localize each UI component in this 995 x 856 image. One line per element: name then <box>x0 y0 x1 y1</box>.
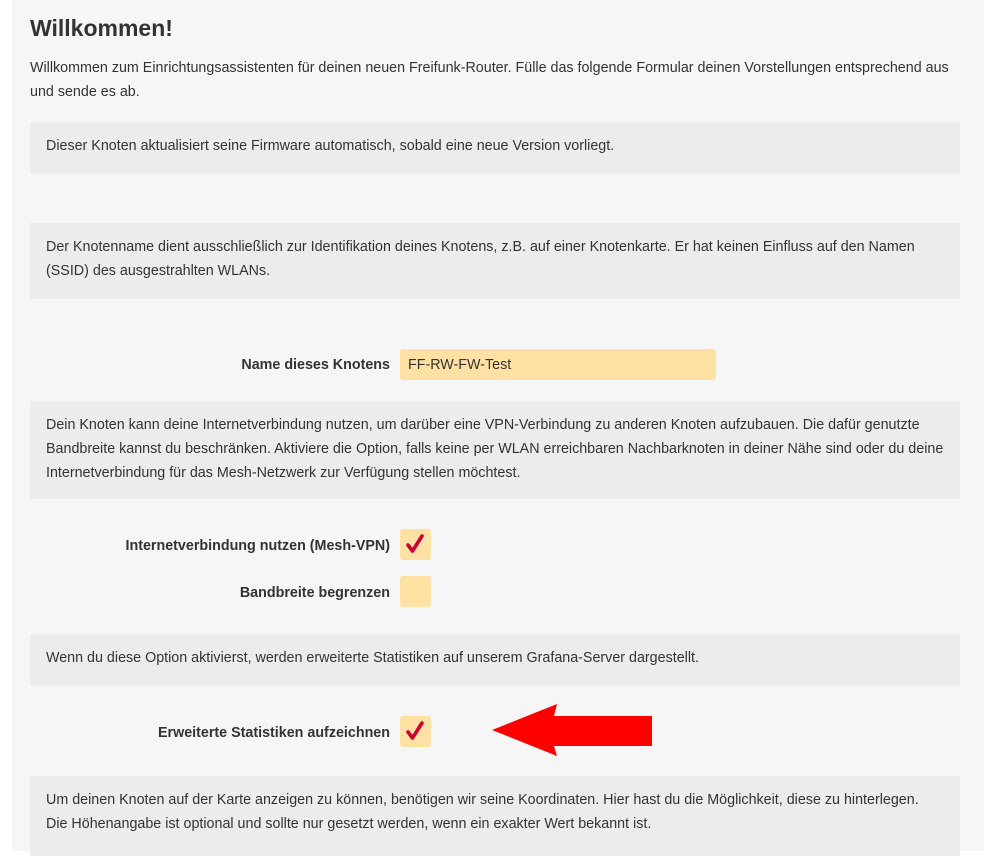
autoupdate-note: Dieser Knoten aktualisiert seine Firmwar… <box>30 122 960 174</box>
hostname-row: Name dieses Knotens <box>30 349 966 380</box>
statistics-checkbox[interactable] <box>400 716 431 747</box>
statistics-label: Erweiterte Statistiken aufzeichnen <box>158 725 390 741</box>
meshvpn-limit-row: Bandbreite begrenzen <box>30 576 966 634</box>
wizard-page: Willkommen! Willkommen zum Einrichtungsa… <box>12 0 984 856</box>
check-mark-icon <box>406 534 424 553</box>
hostname-input[interactable] <box>400 349 716 380</box>
statistics-row: Erweiterte Statistiken aufzeichnen <box>30 704 966 776</box>
meshvpn-note: Dein Knoten kann deine Internetverbindun… <box>30 401 960 499</box>
hostname-note: Der Knotenname dient ausschließlich zur … <box>30 223 960 299</box>
meshvpn-enable-row: Internetverbindung nutzen (Mesh-VPN) <box>30 529 966 576</box>
intro-text: Willkommen zum Einrichtungsassistenten f… <box>30 60 949 100</box>
hostname-label: Name dieses Knotens <box>241 357 390 373</box>
red-arrow-left-icon <box>492 704 652 756</box>
page-title: Willkommen! <box>30 15 173 41</box>
meshvpn-limit-label: Bandbreite begrenzen <box>239 585 390 601</box>
statistics-note: Wenn du diese Option aktivierst, werden … <box>30 634 960 686</box>
location-note: Um deinen Knoten auf der Karte anzeigen … <box>30 776 960 856</box>
meshvpn-limit-checkbox[interactable] <box>400 576 431 607</box>
meshvpn-enable-label: Internetverbindung nutzen (Mesh-VPN) <box>125 538 391 554</box>
meshvpn-enable-checkbox[interactable] <box>400 529 431 560</box>
check-mark-icon <box>406 721 424 740</box>
